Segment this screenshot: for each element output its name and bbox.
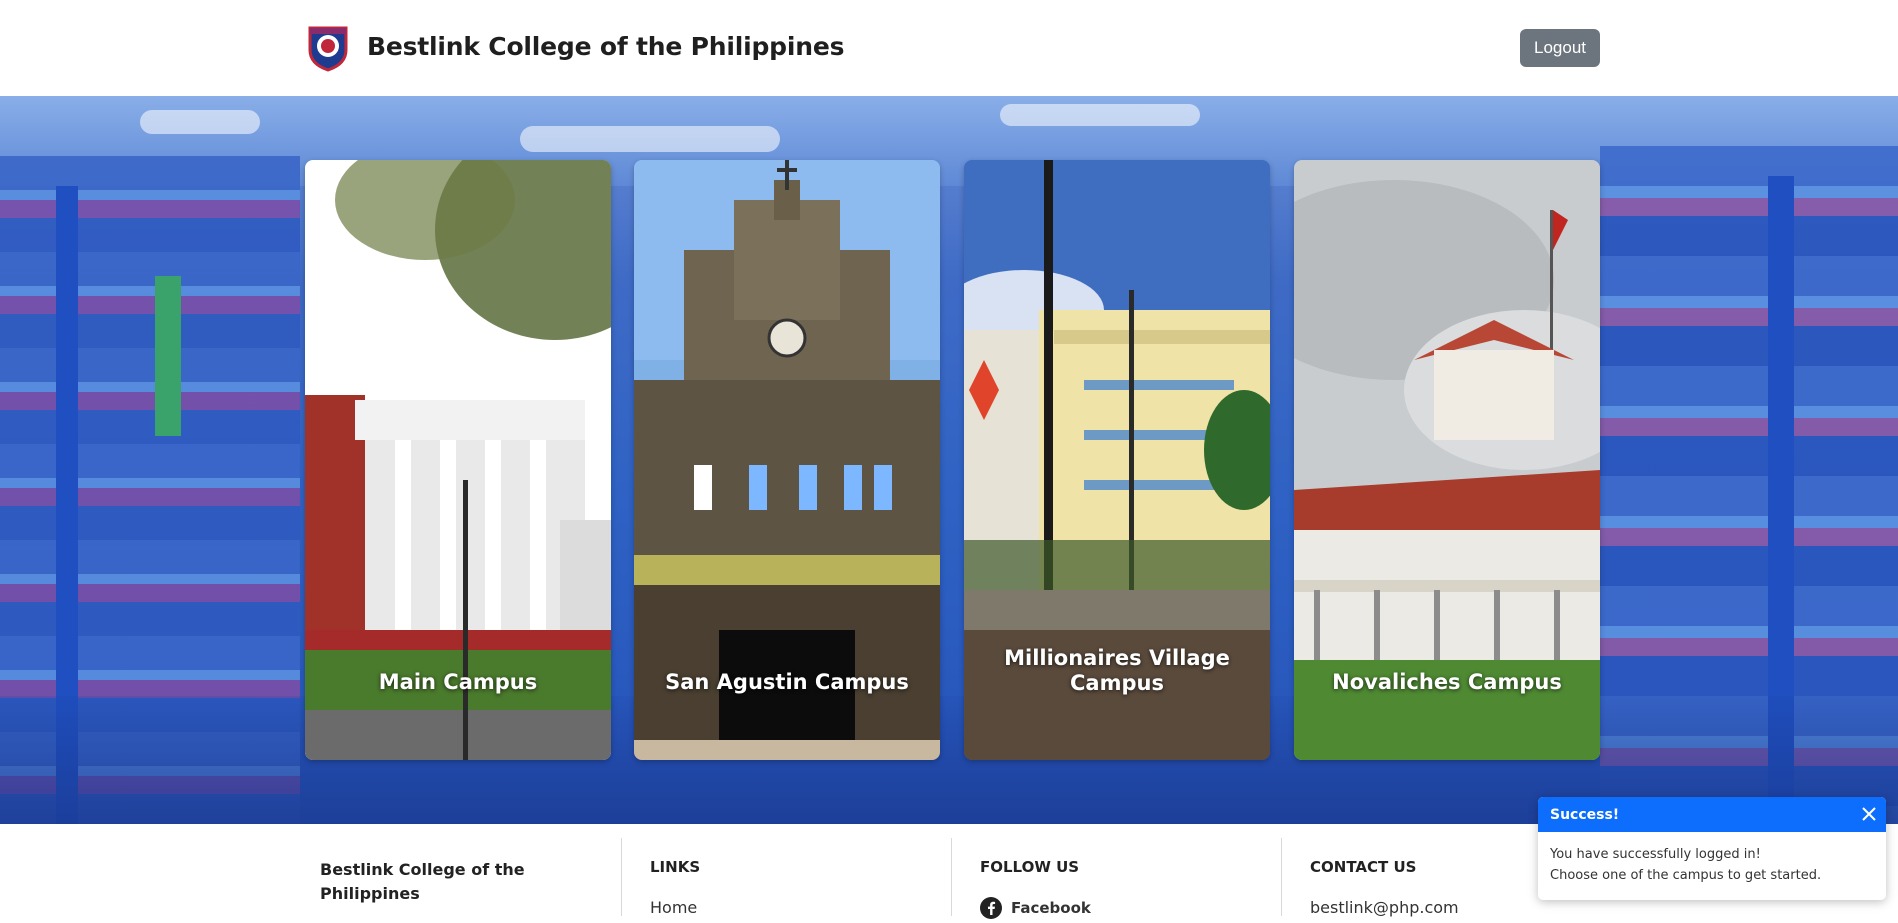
toast-body: You have successfully logged in! Choose … bbox=[1538, 832, 1886, 898]
footer-divider bbox=[1281, 838, 1282, 916]
close-icon[interactable] bbox=[1860, 805, 1878, 823]
logout-button[interactable]: Logout bbox=[1520, 29, 1600, 67]
toast-title: Success! bbox=[1550, 806, 1620, 823]
footer-about-title: Bestlink College of the Philippines bbox=[320, 860, 525, 903]
campus-card-novaliches[interactable]: Novaliches Campus bbox=[1294, 160, 1600, 760]
site-title: Bestlink College of the Philippines bbox=[367, 32, 845, 61]
campus-name: Novaliches Campus bbox=[1332, 670, 1562, 694]
campus-card-main[interactable]: Main Campus bbox=[305, 160, 611, 760]
footer-contact-email[interactable]: bestlink@php.com bbox=[1310, 898, 1459, 917]
site-header: Bestlink College of the Philippines Logo… bbox=[0, 0, 1898, 96]
campus-card-millionaires-village[interactable]: Millionaires Village Campus bbox=[964, 160, 1270, 760]
cloud bbox=[520, 126, 780, 152]
hero-background bbox=[0, 96, 1898, 824]
campus-name: Main Campus bbox=[378, 670, 538, 694]
footer-contact-title: CONTACT US bbox=[1310, 858, 1417, 876]
cloud bbox=[140, 110, 260, 134]
cloud bbox=[1000, 104, 1200, 126]
footer-follow-title: FOLLOW US bbox=[980, 858, 1080, 876]
campus-name: Millionaires Village Campus bbox=[1004, 646, 1230, 695]
campus-name: San Agustin Campus bbox=[665, 670, 909, 694]
college-logo-icon bbox=[306, 24, 350, 72]
footer-divider bbox=[951, 838, 952, 916]
footer-facebook-link[interactable]: Facebook bbox=[1011, 899, 1091, 917]
success-toast: Success! You have successfully logged in… bbox=[1538, 797, 1886, 900]
toast-message-line: Choose one of the campus to get started. bbox=[1550, 868, 1822, 883]
campus-card-san-agustin[interactable]: San Agustin Campus bbox=[634, 160, 940, 760]
footer-link-home[interactable]: Home bbox=[650, 898, 697, 917]
footer-links-title: LINKS bbox=[650, 858, 701, 876]
toast-message-line: You have successfully logged in! bbox=[1550, 847, 1761, 862]
footer-divider bbox=[621, 838, 622, 916]
bscrim-banner bbox=[155, 276, 181, 436]
toast-header: Success! bbox=[1538, 797, 1886, 832]
